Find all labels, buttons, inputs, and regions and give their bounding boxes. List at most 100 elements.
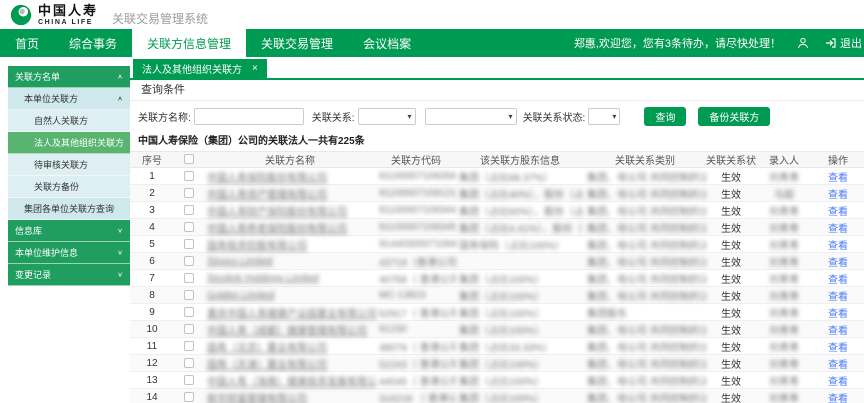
shareholder-info: 集团（占比100%）: [456, 287, 584, 304]
tab-legal-person-related-parties[interactable]: 法人及其他组织关联方 ×: [133, 59, 267, 78]
row-checkbox-cell: [174, 355, 204, 372]
party-name-input[interactable]: [194, 108, 304, 125]
backup-related-party-button[interactable]: 备份关联方: [698, 107, 770, 126]
row-number: 12: [130, 355, 174, 372]
view-link[interactable]: 查看: [828, 241, 848, 252]
nav-item-1[interactable]: 综合事务: [54, 29, 132, 57]
row-checkbox[interactable]: [184, 392, 194, 402]
relation-type: 集团、母公司 共同控制的法人: [584, 236, 706, 253]
user-icon[interactable]: [797, 37, 809, 49]
tab-close-icon[interactable]: ×: [252, 63, 258, 74]
relation-status-select[interactable]: ▾: [588, 108, 620, 125]
sidebar-item-8[interactable]: 本单位维护信息∨: [8, 242, 130, 264]
sidebar-item-label: 集团各单位关联方查询: [24, 202, 114, 215]
row-number: 1: [130, 168, 174, 185]
sidebar-item-5[interactable]: 关联方备份: [8, 176, 130, 198]
party-name-link[interactable]: 中国人寿（海南）健康投资发展有限公司: [204, 372, 376, 389]
nav-item-3[interactable]: 关联交易管理: [246, 29, 348, 57]
row-checkbox[interactable]: [184, 341, 194, 351]
column-header-3: 关联方代码: [376, 152, 456, 168]
sidebar-item-label: 法人及其他组织关联方: [34, 136, 124, 149]
row-checkbox[interactable]: [184, 205, 194, 215]
logout-icon: [825, 37, 837, 49]
party-name-link[interactable]: 国寿（天津）置业有限公司: [204, 355, 376, 372]
main-navbar: 首页综合事务关联方信息管理关联交易管理会议档案 郑惠,欢迎您，您有3条待办，请尽…: [0, 29, 864, 57]
row-checkbox-cell: [174, 389, 204, 403]
view-link[interactable]: 查看: [828, 173, 848, 184]
view-link[interactable]: 查看: [828, 309, 848, 320]
relation-type: 集团、母公司 共同控制的法人: [584, 338, 706, 355]
party-name-link[interactable]: Golden Limited: [204, 287, 376, 304]
view-link[interactable]: 查看: [828, 258, 848, 269]
sidebar-item-4[interactable]: 待审核关联方: [8, 154, 130, 176]
view-link[interactable]: 查看: [828, 207, 848, 218]
party-name-link[interactable]: Sinolink Holdings Limited: [204, 270, 376, 287]
row-checkbox[interactable]: [184, 307, 194, 317]
sidebar-item-6[interactable]: 集团各单位关联方查询: [8, 198, 130, 220]
row-checkbox[interactable]: [184, 256, 194, 266]
checkbox-icon[interactable]: [184, 154, 194, 164]
sidebar-item-label: 待审核关联方: [34, 158, 88, 171]
view-link[interactable]: 查看: [828, 224, 848, 235]
row-number: 14: [130, 389, 174, 403]
sidebar-item-2[interactable]: 自然人关联方: [8, 110, 130, 132]
view-link[interactable]: 查看: [828, 275, 848, 286]
party-name-link[interactable]: 中国人寿养老保险股份有限公司: [204, 219, 376, 236]
entry-person: 刘青青: [756, 389, 812, 403]
search-button[interactable]: 查询: [644, 107, 686, 126]
row-checkbox[interactable]: [184, 239, 194, 249]
sidebar-item-0[interactable]: 关联方名单∧: [8, 66, 130, 88]
relation-select-1[interactable]: ▾: [358, 108, 416, 125]
nav-item-0[interactable]: 首页: [0, 29, 54, 57]
sidebar-item-9[interactable]: 变更记录∨: [8, 264, 130, 286]
relation-status: 生效: [706, 219, 756, 236]
sidebar-item-7[interactable]: 信息库∨: [8, 220, 130, 242]
party-name-link[interactable]: 重庆中国人寿健康产业园置业有限公司: [204, 304, 376, 321]
row-checkbox[interactable]: [184, 188, 194, 198]
party-code: 91100007109344901: [376, 202, 456, 219]
table-row: 11国寿（北京）置业有限公司48079（ 香港公司注册证书 ）集团（占比33.3…: [130, 338, 864, 355]
relation-label: 关联关系:: [312, 109, 355, 124]
row-checkbox[interactable]: [184, 358, 194, 368]
view-link[interactable]: 查看: [828, 190, 848, 201]
entry-person: 刘青青: [756, 372, 812, 389]
row-checkbox[interactable]: [184, 290, 194, 300]
row-checkbox[interactable]: [184, 171, 194, 181]
party-name-link[interactable]: 新华财富管理有限公司: [204, 389, 376, 403]
sidebar-item-label: 本单位维护信息: [15, 246, 78, 259]
party-name-link[interactable]: 国寿投资控股有限公司: [204, 236, 376, 253]
row-checkbox[interactable]: [184, 222, 194, 232]
row-checkbox[interactable]: [184, 324, 194, 334]
relation-select-2[interactable]: ▾: [425, 108, 517, 125]
app-header: 中国人寿 CHINA LIFE 关联交易管理系统: [0, 0, 864, 29]
view-link[interactable]: 查看: [828, 360, 848, 371]
shareholder-info: 集团（占比33.33%）: [456, 338, 584, 355]
view-link[interactable]: 查看: [828, 377, 848, 388]
party-name-link[interactable]: 国寿（北京）置业有限公司: [204, 338, 376, 355]
row-checkbox[interactable]: [184, 273, 194, 283]
shareholder-info: 集团（占比4.41%）、股份（占比75.74%）: [456, 219, 584, 236]
row-checkbox[interactable]: [184, 375, 194, 385]
entry-person: 刘青青: [756, 338, 812, 355]
party-name-link[interactable]: 中国人寿保险股份有限公司: [204, 168, 376, 185]
related-parties-table: 序号关联方名称关联方代码该关联方股东信息关联关系类别关联关系状态录入人操作 1中…: [130, 151, 864, 403]
view-link[interactable]: 查看: [828, 292, 848, 303]
table-row: 14新华财富管理有限公司316218 （ 香港公司注册证书 ）集团（占比100%…: [130, 389, 864, 403]
select-all-checkbox[interactable]: [174, 152, 204, 168]
nav-item-2[interactable]: 关联方信息管理: [132, 29, 246, 57]
logout-button[interactable]: 退出: [825, 35, 862, 51]
sidebar-item-1[interactable]: 本单位关联方∧: [8, 88, 130, 110]
party-name-link[interactable]: 中国人寿（成都）健康管理有限公司: [204, 321, 376, 338]
view-link[interactable]: 查看: [828, 343, 848, 354]
shareholder-info: 集团（占比100%）: [456, 321, 584, 338]
table-row: 3中国人寿财产保险股份有限公司91100007109344901集团（占比60%…: [130, 202, 864, 219]
view-link[interactable]: 查看: [828, 394, 848, 403]
party-name-link[interactable]: Sinoco Limited: [204, 253, 376, 270]
nav-item-4[interactable]: 会议档案: [348, 29, 426, 57]
party-name-link[interactable]: 中国人寿财产保险股份有限公司: [204, 202, 376, 219]
sidebar-item-3[interactable]: 法人及其他组织关联方: [8, 132, 130, 154]
welcome-message: 郑惠,欢迎您，您有3条待办，请尽快处理！: [574, 35, 781, 51]
view-link[interactable]: 查看: [828, 326, 848, 337]
relation-status: 生效: [706, 389, 756, 403]
party-name-link[interactable]: 中国人寿资产管理有限公司: [204, 185, 376, 202]
